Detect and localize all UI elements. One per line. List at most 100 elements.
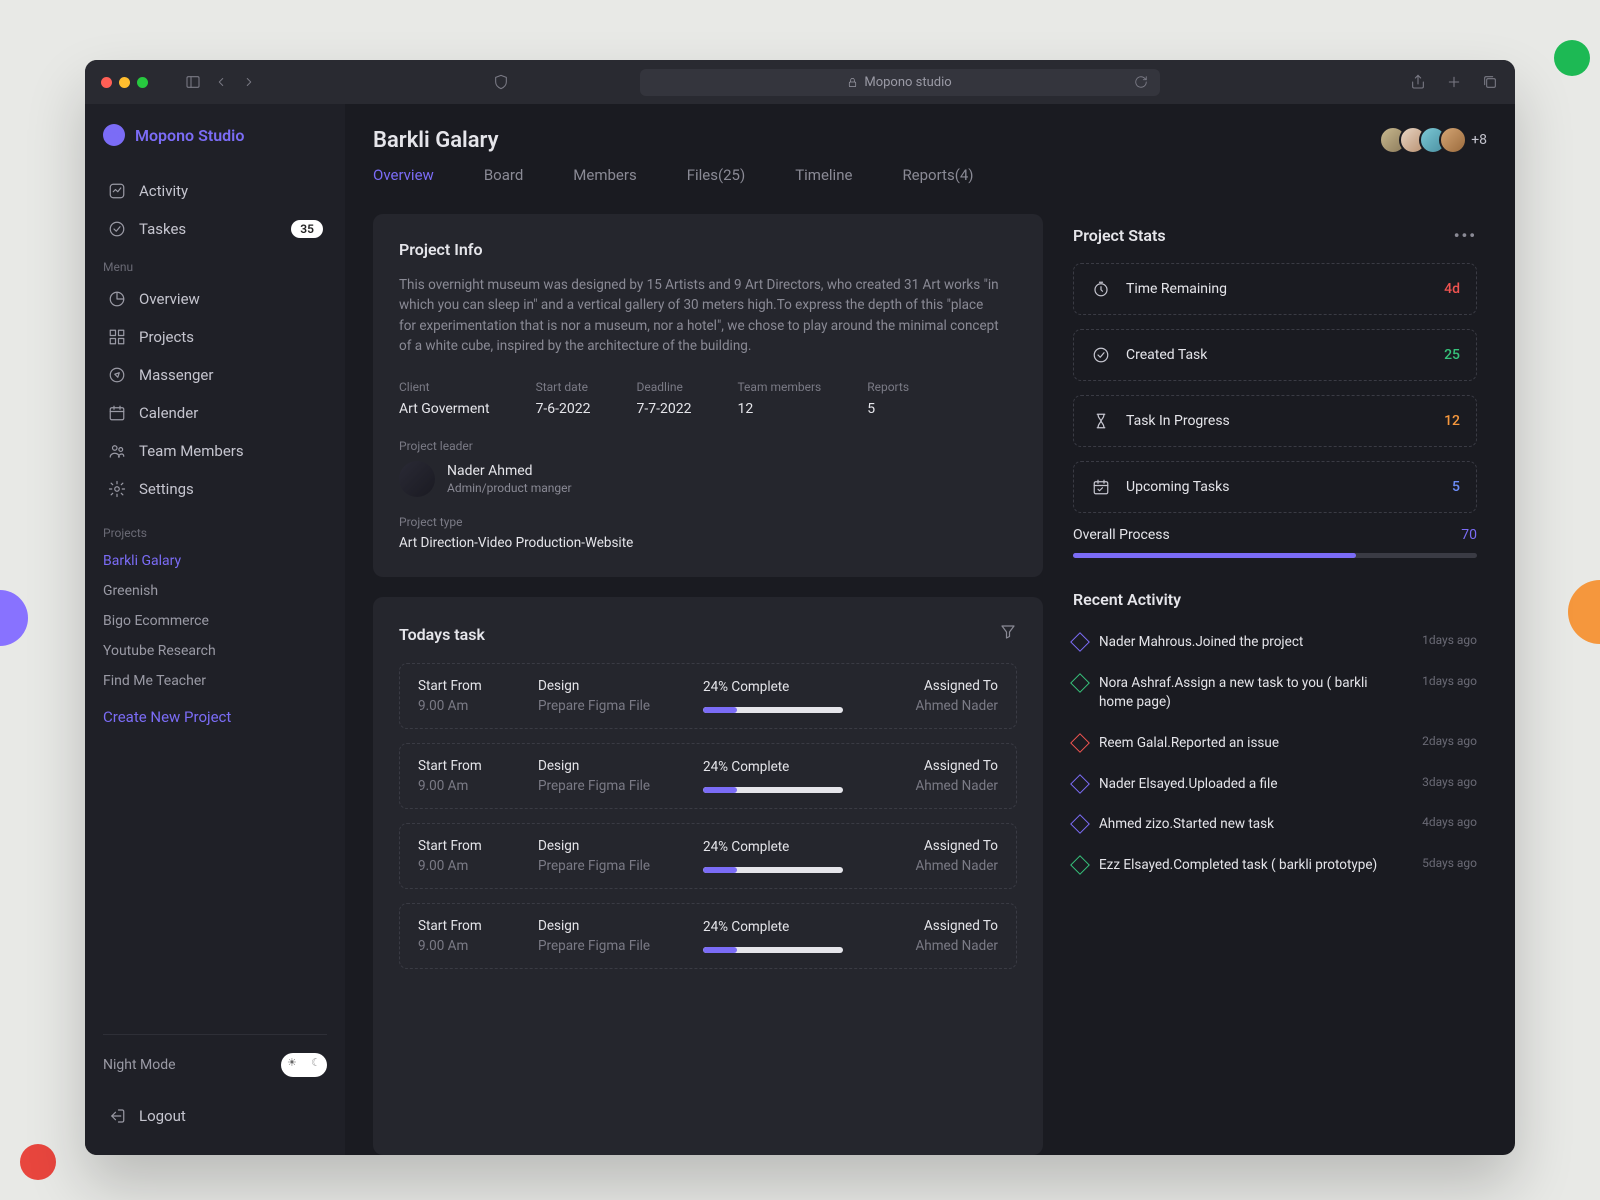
info-label: Team members: [737, 380, 821, 394]
activity-icon: [107, 181, 127, 201]
activity-row: Ezz Elsayed.Completed task ( barkli prot…: [1073, 856, 1477, 875]
decor-dot: [20, 1144, 56, 1180]
stat-icon: [1090, 344, 1112, 366]
tab[interactable]: Timeline: [795, 166, 852, 188]
project-info-card: Project Info This overnight museum was d…: [373, 214, 1043, 577]
info-label: Start date: [536, 380, 591, 394]
sidebar-item-logout[interactable]: Logout: [103, 1097, 327, 1135]
tasks-badge: 35: [291, 220, 323, 238]
diamond-icon: [1070, 815, 1090, 835]
info-label: Reports: [867, 380, 909, 394]
project-item[interactable]: Bigo Ecommerce: [103, 606, 327, 636]
forward-icon[interactable]: [240, 73, 258, 91]
users-icon: [107, 441, 127, 461]
refresh-icon[interactable]: [1132, 73, 1150, 91]
stat-row: Upcoming Tasks5: [1073, 461, 1477, 513]
compass-icon: [107, 365, 127, 385]
decor-dot: [0, 590, 28, 646]
info-value: 12: [737, 401, 821, 417]
activity-row: Nora Ashraf.Assign a new task to you ( b…: [1073, 674, 1477, 712]
tab[interactable]: Overview: [373, 166, 434, 188]
card-title: Project Stats: [1073, 226, 1166, 245]
share-icon[interactable]: [1409, 73, 1427, 91]
tab[interactable]: Reports(4): [902, 166, 973, 188]
info-value: 5: [867, 401, 909, 417]
stat-row: Task In Progress12: [1073, 395, 1477, 447]
overall-label: Overall Process: [1073, 527, 1170, 543]
url-text: Mopono studio: [864, 75, 951, 90]
tab[interactable]: Board: [484, 166, 523, 188]
more-icon[interactable]: •••: [1454, 226, 1477, 245]
sidebar-item-team[interactable]: Team Members: [103, 432, 327, 470]
tabs-icon[interactable]: [1481, 73, 1499, 91]
pie-icon: [107, 289, 127, 309]
check-circle-icon: [107, 219, 127, 239]
sidebar-label: Overview: [139, 290, 200, 308]
shield-icon[interactable]: [492, 73, 510, 91]
stat-icon: [1090, 278, 1112, 300]
task-row[interactable]: Start From9.00 Am DesignPrepare Figma Fi…: [399, 903, 1017, 969]
info-label: Project leader: [399, 439, 1017, 453]
stat-row: Time Remaining4d: [1073, 263, 1477, 315]
tabs: Overview Board Members Files(25) Timeline Rep…: [373, 166, 1487, 188]
leader-name: Nader Ahmed: [447, 463, 572, 479]
leader-role: Admin/product manger: [447, 481, 572, 495]
task-row[interactable]: Start From9.00 Am DesignPrepare Figma Fi…: [399, 663, 1017, 729]
activity-row: Reem Galal.Reported an issue2days ago: [1073, 734, 1477, 753]
logout-icon: [107, 1106, 127, 1126]
brand-name: Mopono Studio: [135, 126, 244, 145]
sidebar-label: Team Members: [139, 442, 244, 460]
browser-toolbar: Mopono studio: [85, 60, 1515, 104]
main-content: Barkli Galary +8 Overview Board Members Fil…: [345, 104, 1515, 1155]
stat-icon: [1090, 476, 1112, 498]
sidebar-item-messenger[interactable]: Massenger: [103, 356, 327, 394]
plus-icon[interactable]: [1445, 73, 1463, 91]
grid-icon: [107, 327, 127, 347]
tab[interactable]: Files(25): [687, 166, 746, 188]
page-title: Barkli Galary: [373, 128, 499, 153]
filter-icon[interactable]: [999, 623, 1017, 645]
tab[interactable]: Members: [573, 166, 636, 188]
task-row[interactable]: Start From9.00 Am DesignPrepare Figma Fi…: [399, 823, 1017, 889]
activity-row: Ahmed zizo.Started new task4days ago: [1073, 815, 1477, 834]
sidebar-item-overview[interactable]: Overview: [103, 280, 327, 318]
task-row[interactable]: Start From9.00 Am DesignPrepare Figma Fi…: [399, 743, 1017, 809]
sidebar-item-projects[interactable]: Projects: [103, 318, 327, 356]
night-mode-label: Night Mode: [103, 1057, 176, 1073]
back-icon[interactable]: [212, 73, 230, 91]
info-value: 7-6-2022: [536, 401, 591, 417]
traffic-lights[interactable]: [101, 77, 148, 88]
sidebar-label: Calender: [139, 404, 198, 422]
address-bar[interactable]: Mopono studio: [640, 69, 1160, 96]
avatar: [1439, 126, 1467, 154]
diamond-icon: [1070, 632, 1090, 652]
sidebar-item-settings[interactable]: Settings: [103, 470, 327, 508]
overall-progress-bar: [1073, 553, 1477, 558]
member-avatars[interactable]: +8: [1387, 126, 1487, 154]
info-value: Art Goverment: [399, 401, 490, 417]
avatar: [399, 461, 435, 497]
sidebar-item-activity[interactable]: Activity: [103, 172, 327, 210]
stat-icon: [1090, 410, 1112, 432]
sidebar-item-tasks[interactable]: Taskes 35: [103, 210, 327, 248]
sidebar-toggle-icon[interactable]: [184, 73, 202, 91]
project-leader: Nader Ahmed Admin/product manger: [399, 461, 1017, 497]
night-mode-row: Night Mode: [103, 1053, 327, 1077]
project-item[interactable]: Youtube Research: [103, 636, 327, 666]
create-project-link[interactable]: Create New Project: [103, 708, 327, 726]
project-item[interactable]: Barkli Galary: [103, 546, 327, 576]
sidebar-label: Taskes: [139, 220, 186, 238]
night-mode-toggle[interactable]: [281, 1053, 327, 1077]
decor-dot: [1568, 580, 1600, 644]
stats-card: Project Stats ••• Time Remaining4dCreate…: [1073, 226, 1477, 558]
project-item[interactable]: Find Me Teacher: [103, 666, 327, 696]
lock-icon: [847, 77, 858, 88]
project-item[interactable]: Greenish: [103, 576, 327, 606]
diamond-icon: [1070, 774, 1090, 794]
avatar-more-count: +8: [1471, 132, 1487, 148]
sidebar-label: Massenger: [139, 366, 213, 384]
activity-row: Nader Elsayed.Uploaded a file3days ago: [1073, 775, 1477, 794]
sidebar-item-calendar[interactable]: Calender: [103, 394, 327, 432]
brand[interactable]: Mopono Studio: [103, 124, 327, 146]
diamond-icon: [1070, 855, 1090, 875]
